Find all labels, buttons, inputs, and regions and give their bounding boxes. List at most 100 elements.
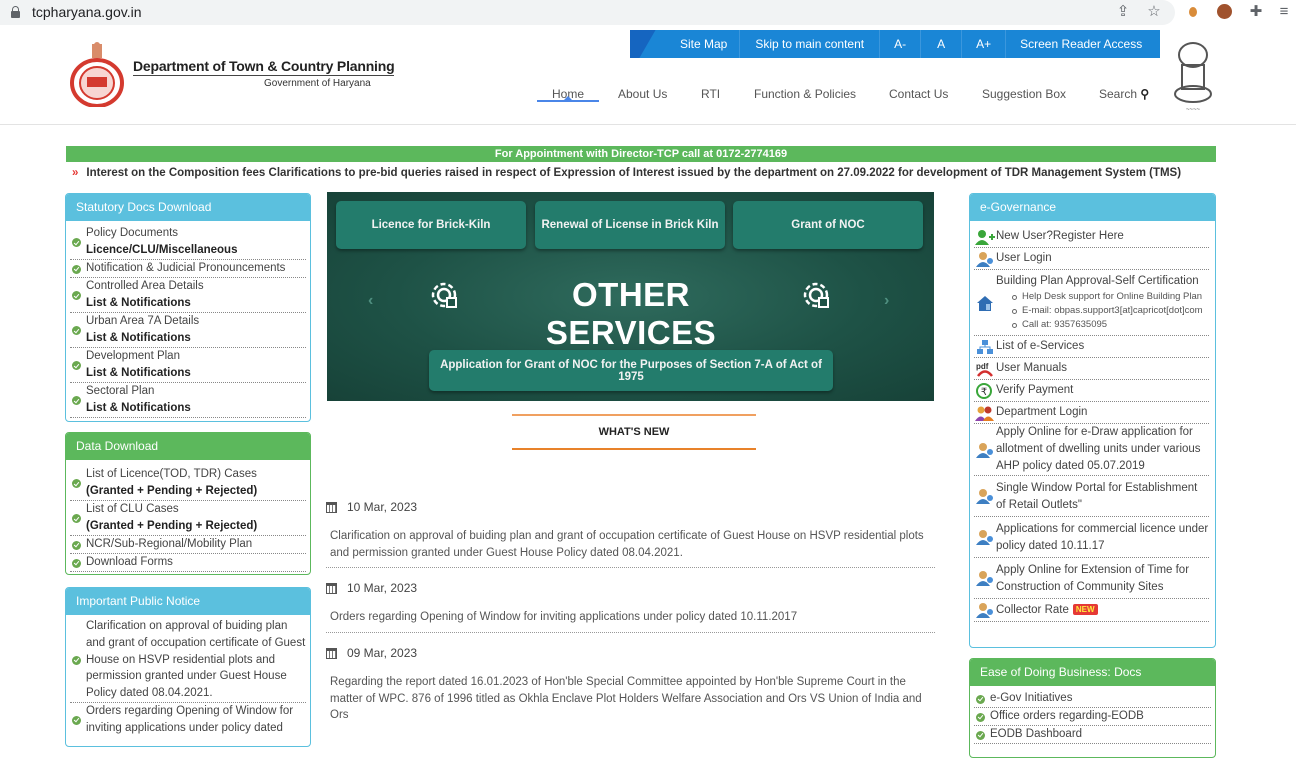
nav-suggestion-box[interactable]: Suggestion Box	[982, 87, 1066, 101]
item-label: Development Plan	[86, 350, 180, 362]
data-item-licence-cases[interactable]: List of Licence(TOD, TDR) Cases (Granted …	[70, 466, 306, 501]
screen-reader-access-link[interactable]: Screen Reader Access	[1005, 30, 1156, 58]
new-user-register-link[interactable]: New User?Register Here	[974, 226, 1209, 248]
item-label[interactable]: Clarification on approval of buiding pla…	[86, 618, 306, 702]
haryana-emblem-logo[interactable]	[70, 41, 124, 107]
url-text[interactable]: tcpharyana.gov.in	[32, 4, 141, 20]
statutory-item-policy-documents[interactable]: Policy Documents Licence/CLU/Miscellaneou…	[70, 225, 306, 260]
carousel-next-arrow[interactable]: ›	[884, 292, 889, 310]
check-icon	[72, 361, 81, 370]
carousel-prev-arrow[interactable]: ‹	[368, 292, 373, 310]
eodb-item-egov-initiatives[interactable]: e-Gov Initiatives	[974, 690, 1211, 708]
item-sublink[interactable]: List & Notifications	[86, 295, 306, 312]
single-window-portal-link[interactable]: Single Window Portal for Establishment o…	[974, 476, 1209, 517]
news-date: 09 Mar, 2023	[347, 646, 418, 660]
item-label: Controlled Area Details	[86, 280, 204, 292]
news-item: 10 Mar, 2023 Orders regarding Opening of…	[326, 581, 935, 633]
department-login-link[interactable]: Department Login	[974, 402, 1209, 424]
item-sublink[interactable]: List & Notifications	[86, 365, 306, 382]
extension-of-time-link[interactable]: Apply Online for Extension of Time for C…	[974, 558, 1209, 599]
statutory-item-sectoral-plan[interactable]: Sectoral Plan List & Notifications	[70, 383, 306, 418]
item-sublink[interactable]: List & Notifications	[86, 400, 306, 417]
item-sublink[interactable]: Licence/CLU/Miscellaneous	[86, 242, 306, 259]
statutory-item-urban-area[interactable]: Urban Area 7A Details List & Notification…	[70, 313, 306, 348]
grant-of-noc-button[interactable]: Grant of NOC	[733, 201, 923, 249]
services-carousel: Licence for Brick-Kiln Renewal of Licens…	[327, 192, 934, 401]
item-sublink[interactable]: (Granted + Pending + Rejected)	[86, 518, 306, 535]
gear-icon	[803, 282, 829, 308]
lock-icon[interactable]	[11, 6, 20, 18]
data-download-title: Data Download	[66, 433, 310, 460]
collector-rate-link[interactable]: Collector Rate NEW	[974, 599, 1209, 622]
calendar-icon	[326, 647, 337, 659]
news-text-link[interactable]: Regarding the report dated 16.01.2023 of…	[326, 674, 935, 730]
national-emblem-logo: ~~~~	[1174, 42, 1212, 113]
reading-list-icon[interactable]: ≡	[1274, 3, 1294, 21]
skip-to-main-link[interactable]: Skip to main content	[739, 30, 879, 58]
user-login-link[interactable]: User Login	[974, 248, 1209, 270]
item-sublink[interactable]: List & Notifications	[86, 330, 306, 347]
ticker-text[interactable]: Interest on the Composition fees Clarifi…	[86, 167, 1181, 179]
noc-section-7a-button[interactable]: Application for Grant of NOC for the Pur…	[429, 350, 833, 391]
news-text-link[interactable]: Orders regarding Opening of Window for i…	[326, 609, 935, 632]
eodb-item-dashboard[interactable]: EODB Dashboard	[974, 726, 1211, 744]
commercial-licence-link[interactable]: Applications for commercial licence unde…	[974, 517, 1209, 558]
bookmark-star-icon[interactable]: ☆	[1144, 3, 1164, 21]
data-item-download-forms[interactable]: Download Forms	[70, 554, 306, 572]
data-item-clu-cases[interactable]: List of CLU Cases (Granted + Pending + Re…	[70, 501, 306, 536]
statutory-item-controlled-area[interactable]: Controlled Area Details List & Notificati…	[70, 278, 306, 313]
item-label: Apply Online for Extension of Time for C…	[996, 564, 1190, 593]
group-icon	[975, 406, 994, 421]
puzzle-extensions-icon[interactable]: ✚	[1246, 3, 1266, 21]
font-decrease-button[interactable]: A-	[879, 30, 920, 58]
svg-text:~~~~: ~~~~	[1186, 107, 1201, 113]
share-icon[interactable]: ⇪	[1113, 3, 1133, 21]
public-notice-item[interactable]: Orders regarding Opening of Window for i…	[70, 703, 306, 737]
nav-about-us[interactable]: About Us	[618, 87, 667, 101]
nav-contact-us[interactable]: Contact Us	[889, 87, 948, 101]
cookie-extension-icon[interactable]	[1217, 4, 1232, 19]
user-key-icon	[976, 489, 993, 504]
new-badge: NEW	[1072, 604, 1098, 615]
check-icon	[976, 694, 985, 704]
ticker-arrow-icon: »	[72, 167, 79, 179]
font-reset-button[interactable]: A	[920, 30, 961, 58]
item-label[interactable]: Orders regarding Opening of Window for i…	[86, 703, 306, 737]
nav-rti[interactable]: RTI	[701, 87, 720, 101]
nav-function-policies[interactable]: Function & Policies	[754, 87, 856, 101]
eodb-item-office-orders[interactable]: Office orders regarding-EODB	[974, 708, 1211, 726]
nav-search[interactable]: Search ⚲	[1099, 87, 1149, 101]
item-label: Collector Rate	[996, 604, 1069, 616]
calendar-icon	[326, 582, 337, 594]
site-map-link[interactable]: Site Map	[670, 30, 739, 58]
item-sublink[interactable]: (Granted + Pending + Rejected)	[86, 483, 306, 500]
whats-new-heading: WHAT'S NEW	[512, 414, 756, 450]
network-icon	[977, 339, 993, 354]
other-services-title: OTHER SERVICES	[545, 276, 717, 351]
data-download-panel: Data Download List of Licence(TOD, TDR) …	[65, 432, 311, 575]
verify-payment-link[interactable]: ₹ Verify Payment	[974, 380, 1209, 402]
user-manuals-link[interactable]: pdf User Manuals	[974, 358, 1209, 380]
data-item-ncr-plan[interactable]: NCR/Sub-Regional/Mobility Plan	[70, 536, 306, 554]
public-notice-item[interactable]: Clarification on approval of buiding pla…	[70, 618, 306, 703]
renewal-license-brick-kiln-button[interactable]: Renewal of License in Brick Kiln	[535, 201, 725, 249]
list-of-eservices-link[interactable]: List of e-Services	[974, 336, 1209, 358]
check-icon	[72, 558, 81, 568]
svg-text:pdf: pdf	[976, 362, 989, 371]
edraw-application-link[interactable]: Apply Online for e-Draw application for …	[974, 424, 1209, 476]
department-title[interactable]: Department of Town & Country Planning	[133, 58, 395, 76]
building-plan-approval-link[interactable]: Building Plan Approval-Self Certificatio…	[974, 270, 1209, 336]
extension-icon[interactable]	[1189, 7, 1197, 17]
statutory-item-development-plan[interactable]: Development Plan List & Notifications	[70, 348, 306, 383]
item-label: Urban Area 7A Details	[86, 315, 200, 327]
licence-brick-kiln-button[interactable]: Licence for Brick-Kiln	[336, 201, 526, 249]
news-ticker[interactable]: » Interest on the Composition fees Clarif…	[66, 166, 1216, 182]
item-label: List of CLU Cases	[86, 503, 179, 515]
font-increase-button[interactable]: A+	[961, 30, 1005, 58]
news-text-link[interactable]: Clarification on approval of buiding pla…	[326, 528, 935, 567]
address-bar[interactable]: tcpharyana.gov.in	[0, 0, 1175, 25]
statutory-item-notification[interactable]: Notification & Judicial Pronouncements	[70, 260, 306, 278]
user-key-icon	[976, 603, 993, 618]
news-item: 10 Mar, 2023 Clarification on approval o…	[326, 500, 935, 568]
item-label: Department Login	[996, 406, 1088, 418]
